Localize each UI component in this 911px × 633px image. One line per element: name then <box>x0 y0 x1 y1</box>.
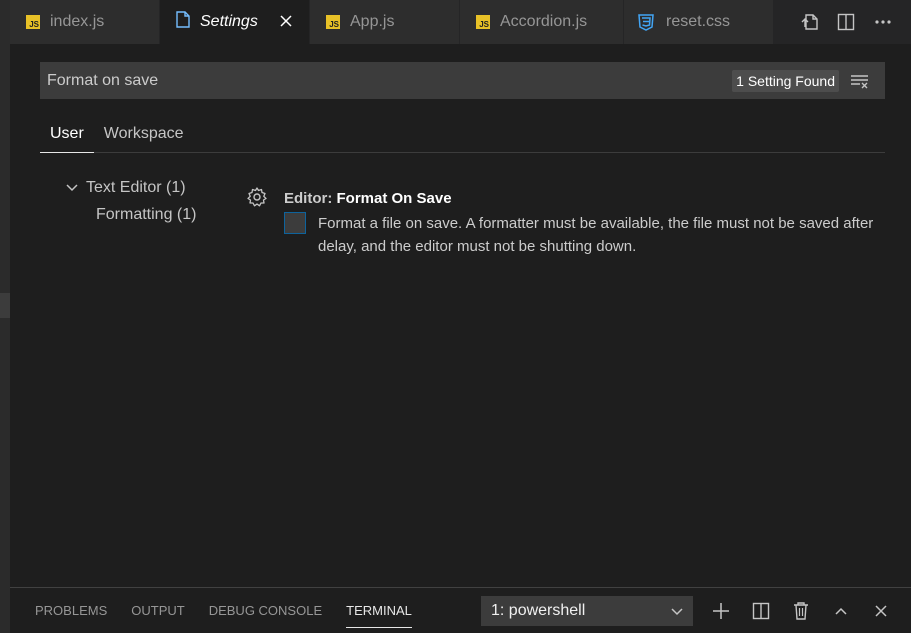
result-count-badge: 1 Setting Found <box>732 69 839 92</box>
chevron-up-icon[interactable] <box>821 588 861 633</box>
editor-actions <box>778 0 911 44</box>
tab-app-js[interactable]: JS App.js <box>310 0 460 44</box>
close-icon[interactable] <box>277 12 295 30</box>
panel-actions <box>701 588 901 633</box>
tab-label: index.js <box>50 13 105 30</box>
setting-name: Format On Save <box>336 190 452 207</box>
tab-problems[interactable]: PROBLEMS <box>10 588 119 633</box>
tree-item-formatting[interactable]: Formatting (1) <box>64 201 196 228</box>
clear-search-icon[interactable] <box>849 70 871 92</box>
panel-tab-label: OUTPUT <box>131 603 185 618</box>
js-file-icon: JS <box>326 15 340 29</box>
tree-item-label: Text Editor (1) <box>86 178 186 196</box>
tree-item-label: Formatting (1) <box>96 205 197 223</box>
bottom-panel: PROBLEMS OUTPUT DEBUG CONSOLE TERMINAL 1… <box>10 587 911 633</box>
tab-accordion-js[interactable]: JS Accordion.js <box>460 0 624 44</box>
tab-label: Settings <box>200 13 258 30</box>
tab-label: reset.css <box>666 13 731 30</box>
settings-file-icon <box>176 11 190 33</box>
format-on-save-checkbox[interactable] <box>284 212 306 234</box>
close-panel-icon[interactable] <box>861 588 901 633</box>
tab-output[interactable]: OUTPUT <box>119 588 196 633</box>
tab-label: App.js <box>350 13 395 30</box>
settings-search-input[interactable] <box>40 62 733 99</box>
tab-settings[interactable]: Settings <box>160 0 310 44</box>
tab-debug-console[interactable]: DEBUG CONSOLE <box>197 588 334 633</box>
setting-title: Editor: Format On Save <box>284 190 452 207</box>
chevron-down-icon <box>669 603 685 619</box>
split-terminal-icon[interactable] <box>741 588 781 633</box>
tab-user[interactable]: User <box>40 115 94 153</box>
panel-tab-label: DEBUG CONSOLE <box>208 603 323 618</box>
panel-tab-label: PROBLEMS <box>35 603 108 618</box>
css-file-icon <box>638 13 654 31</box>
editor-tab-bar: JS index.js Settings JS App.js JS Accord… <box>10 0 911 44</box>
setting-category: Editor: <box>284 190 337 207</box>
settings-scope-tabs: User Workspace <box>40 115 885 153</box>
open-settings-json-icon[interactable] <box>799 11 821 33</box>
terminal-select-value: 1: powershell <box>491 602 586 619</box>
split-editor-icon[interactable] <box>835 11 857 33</box>
settings-search-bar: 1 Setting Found <box>40 62 885 99</box>
tab-index-js[interactable]: JS index.js <box>10 0 160 44</box>
setting-description: Format a file on save. A formatter must … <box>318 215 874 255</box>
js-file-icon: JS <box>476 15 490 29</box>
terminal-select-dropdown[interactable]: 1: powershell <box>481 596 693 626</box>
tab-terminal[interactable]: TERMINAL <box>334 588 424 633</box>
tab-reset-css[interactable]: reset.css <box>624 0 774 44</box>
trash-icon[interactable] <box>781 588 821 633</box>
scrollbar-thumb[interactable] <box>0 293 10 318</box>
js-file-icon: JS <box>26 15 40 29</box>
gear-icon[interactable] <box>246 186 268 208</box>
settings-toc-tree: Text Editor (1) Formatting (1) <box>64 174 196 228</box>
left-edge-strip <box>0 0 10 633</box>
chevron-down-icon <box>64 180 80 196</box>
tab-workspace[interactable]: Workspace <box>94 115 194 153</box>
panel-tab-label: TERMINAL <box>346 593 412 628</box>
tree-item-text-editor[interactable]: Text Editor (1) <box>64 174 196 201</box>
tab-label: Accordion.js <box>500 13 588 30</box>
new-terminal-icon[interactable] <box>701 588 741 633</box>
more-actions-icon[interactable] <box>872 11 894 33</box>
